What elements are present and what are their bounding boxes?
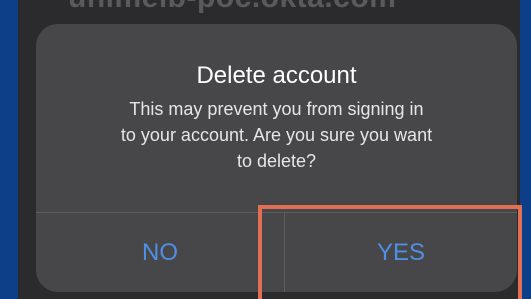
- dialog-message-line: This may prevent you from signing in: [129, 99, 424, 119]
- delete-account-dialog: Delete account This may prevent you from…: [36, 24, 517, 292]
- screenshot-frame: unimelb-poc.okta.com Delete account This…: [18, 0, 520, 299]
- dialog-message: This may prevent you from signing in to …: [36, 96, 517, 174]
- dialog-message-line: to delete?: [236, 151, 317, 171]
- no-button[interactable]: NO: [36, 213, 284, 292]
- yes-button[interactable]: YES: [285, 213, 517, 292]
- dialog-title: Delete account: [196, 62, 357, 89]
- background-url-text: unimelb-poc.okta.com: [68, 0, 396, 15]
- dialog-message-line: to your account. Are you sure you want: [120, 125, 433, 145]
